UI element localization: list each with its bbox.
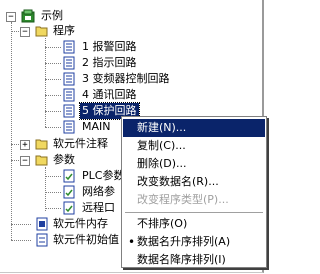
params-collapse-toggle[interactable]: − — [20, 156, 30, 166]
parameter-icon — [63, 201, 75, 215]
checked-bullet-icon: • — [128, 235, 136, 249]
tree-node-label: MAIN — [82, 120, 111, 133]
folder-open-icon — [35, 26, 48, 37]
program-file-icon — [63, 120, 75, 134]
tree-node-label: 远程口 — [82, 201, 115, 214]
menu-item-new[interactable]: 新建(N)... — [123, 119, 265, 137]
tree-node-label: 1 报警回路 — [82, 40, 137, 53]
menu-item-copy[interactable]: 复制(C)... — [123, 137, 265, 155]
menu-item-sort-asc[interactable]: • 数据名升序排列(A) — [123, 233, 265, 251]
root-collapse-toggle[interactable]: − — [6, 12, 16, 22]
program-file-icon — [63, 88, 75, 102]
context-menu: 新建(N)... 复制(C)... 删除(D)... 改变数据名(R)... 改… — [121, 116, 267, 268]
parameter-icon — [63, 169, 75, 183]
menu-separator — [125, 212, 263, 214]
menu-item-sort-desc[interactable]: 数据名降序排列(I) — [123, 251, 265, 269]
tree-node-label: 网络参 — [82, 185, 115, 198]
menu-item-rename[interactable]: 改变数据名(R)... — [123, 173, 265, 191]
tree-node-label: 程序 — [53, 24, 75, 37]
tree-node-label: PLC参数 — [82, 169, 125, 182]
project-icon — [21, 9, 35, 23]
menu-item-no-sort[interactable]: 不排序(O) — [123, 215, 265, 233]
tree-node-label: 3 变频器控制回路 — [82, 72, 170, 85]
comments-expand-toggle[interactable]: + — [20, 140, 30, 150]
parameter-icon — [63, 185, 75, 199]
program-file-icon — [63, 104, 75, 118]
folder-icon — [35, 139, 48, 150]
tree-node-label: 2 指示回路 — [82, 56, 137, 69]
menu-item-change-program-type: 改变程序类型(P)... — [137, 193, 229, 206]
tree-node-label: 软元件初始值 — [53, 233, 119, 246]
tree-node-label: 软元件注释 — [53, 137, 108, 150]
tree-node-label: 4 通讯回路 — [82, 88, 137, 101]
program-file-icon — [63, 72, 75, 86]
tree-node-label: 示例 — [41, 9, 63, 22]
memory-icon — [36, 217, 48, 231]
init-value-icon — [36, 233, 48, 247]
program-file-icon — [63, 40, 75, 54]
program-file-icon — [63, 56, 75, 70]
folder-open-icon — [35, 155, 48, 166]
tree-node-label: 软元件内存 — [53, 217, 108, 230]
menu-item-delete[interactable]: 删除(D)... — [123, 155, 265, 173]
program-collapse-toggle[interactable]: − — [20, 27, 30, 37]
tree-node-label: 参数 — [53, 153, 75, 166]
